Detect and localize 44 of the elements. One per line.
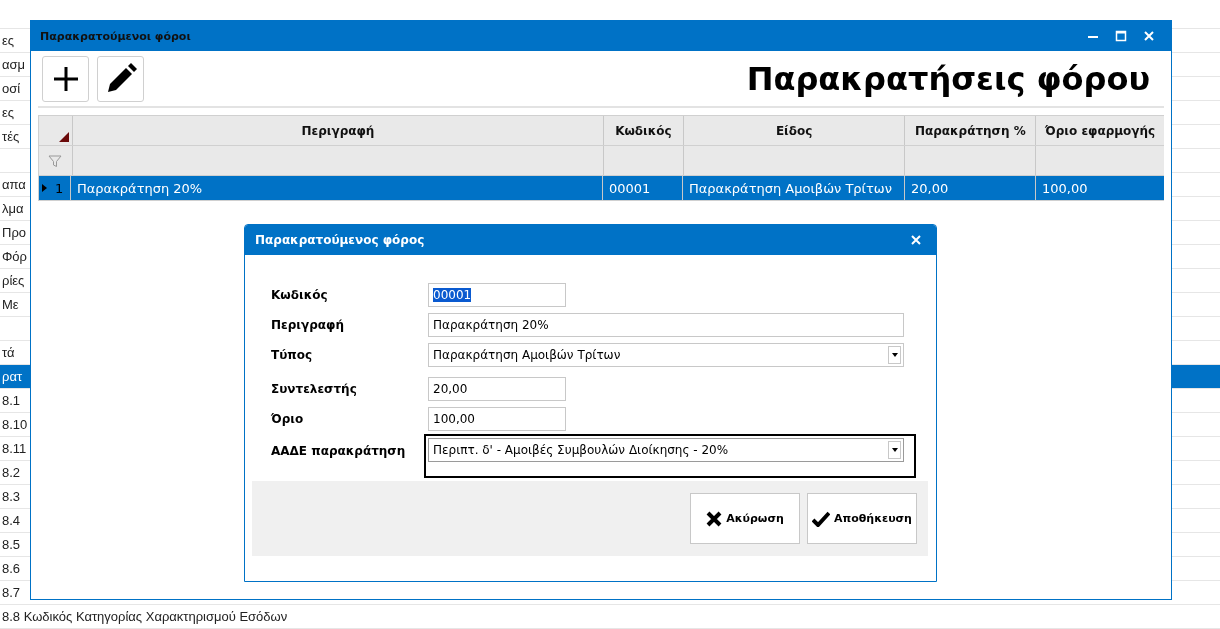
- field-label: Περιγραφή: [271, 318, 345, 332]
- column-header[interactable]: Παρακράτηση %: [905, 116, 1037, 145]
- column-header[interactable]: Κωδικός: [603, 116, 684, 145]
- table-cell: 00001: [603, 176, 683, 200]
- column-header[interactable]: Είδος: [683, 116, 906, 145]
- input-field[interactable]: Παρακράτηση 20%: [428, 313, 904, 337]
- window-title: Παρακρατούμενοι φόροι: [40, 29, 191, 43]
- list-item[interactable]: 8.8 Κωδικός Κατηγορίας Χαρακτηρισμού Εσόδων: [0, 605, 1220, 629]
- row-number: 1: [55, 180, 64, 196]
- close-icon[interactable]: [911, 235, 921, 245]
- input-field[interactable]: 00001: [428, 283, 566, 307]
- dropdown-field[interactable]: Περιπτ. δ' - Αμοιβές Συμβουλών Διοίκησης - 20%: [428, 438, 904, 462]
- input-field[interactable]: 100,00: [428, 407, 566, 431]
- save-button[interactable]: Αποθήκευση: [807, 493, 917, 544]
- close-icon[interactable]: [1143, 30, 1155, 42]
- column-header[interactable]: Όριο εφαρμογής: [1036, 116, 1164, 145]
- checkmark-icon: [812, 510, 831, 527]
- field-label: Συντελεστής: [271, 382, 358, 396]
- dropdown-button[interactable]: [888, 346, 901, 364]
- column-header[interactable]: Περιγραφή: [72, 116, 604, 145]
- maximize-icon[interactable]: [1115, 30, 1127, 42]
- corner-triangle-icon: [58, 132, 69, 142]
- input-field[interactable]: 20,00: [428, 377, 566, 401]
- dropdown-field[interactable]: Παρακράτηση Αμοιβών Τρίτων: [428, 343, 904, 367]
- edit-button[interactable]: [97, 56, 144, 102]
- row-pointer-icon: [42, 184, 47, 192]
- field-label: Τύπος: [271, 348, 314, 362]
- cross-icon: [706, 510, 723, 527]
- plus-icon: [51, 65, 80, 93]
- add-button[interactable]: [42, 56, 89, 102]
- table-cell: Παρακράτηση Αμοιβών Τρίτων: [683, 176, 905, 200]
- page-title: Παρακρατήσεις φόρου: [746, 60, 1151, 98]
- table-row[interactable]: 1 Παρακράτηση 20% 00001 Παρακράτηση Αμοιβών Τρίτων 20,00 100,00: [38, 176, 1164, 201]
- caret-icon: [891, 448, 898, 452]
- field-label: Κωδικός: [271, 288, 329, 302]
- caret-icon: [891, 353, 898, 357]
- field-label: ΑΑΔΕ παρακράτηση: [271, 444, 407, 458]
- table-cell: Παρακράτηση 20%: [71, 176, 603, 200]
- field-label: Όριο: [271, 412, 305, 426]
- table-cell: 20,00: [905, 176, 1036, 200]
- dialog-title: Παρακρατούμενος φόρος: [255, 233, 425, 247]
- dropdown-button[interactable]: [888, 441, 901, 459]
- table-cell-text: 100,00: [1041, 179, 1089, 198]
- cancel-button[interactable]: Ακύρωση: [690, 493, 800, 544]
